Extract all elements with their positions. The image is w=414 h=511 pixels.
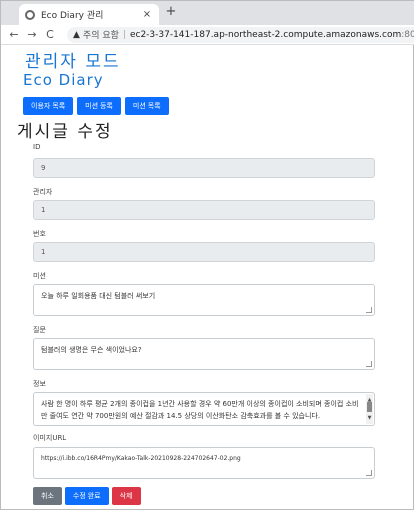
question-textarea[interactable]: 텀블러의 생명은 무슨 색이었나요? <box>33 338 375 370</box>
admin-mode-title: 관리자 모드 <box>25 52 121 72</box>
url-host: ec2-3-37-141-187.ap-northeast-2.compute.… <box>129 29 402 40</box>
delete-button[interactable]: 삭제 <box>111 487 141 505</box>
id-field: 9 <box>33 158 375 178</box>
mission-textarea[interactable]: 오늘 하루 일회용품 대신 텀블러 써보기 <box>33 284 375 316</box>
globe-icon <box>25 9 35 20</box>
image-url-text: https://i.ibb.co/16R4Pmy/Kakao-Talk-2021… <box>41 455 241 462</box>
resize-handle-icon[interactable] <box>366 470 372 476</box>
browser-toolbar: ← → C ▲ 주의 요함 | ec2-3-37-141-187.ap-nort… <box>1 25 414 45</box>
tab-title: Eco Diary 관리 <box>41 11 104 21</box>
number-label: 번호 <box>33 230 46 238</box>
cancel-button[interactable]: 취소 <box>33 487 62 505</box>
info-text: 사람 한 명이 하루 평균 2개의 종이컵을 1년간 사용할 경우 약 60만개… <box>41 400 359 420</box>
author-field: 1 <box>33 200 375 220</box>
resize-handle-icon[interactable] <box>366 307 372 313</box>
address-bar[interactable]: ▲ 주의 요함 | ec2-3-37-141-187.ap-northeast-… <box>67 26 414 43</box>
tab-strip: Eco Diary 관리 × + <box>1 1 414 25</box>
brand-title: Eco Diary <box>23 71 104 89</box>
author-label: 관리자 <box>33 188 53 196</box>
reload-icon[interactable]: C <box>41 28 59 41</box>
save-button[interactable]: 수정 완료 <box>64 487 109 505</box>
page-content: 관리자 모드 Eco Diary 이용자 목록 미션 등록 미션 목록 게시글 … <box>1 45 414 511</box>
form-actions: 취소 수정 완료 삭제 <box>33 487 141 505</box>
question-label: 질문 <box>33 326 46 334</box>
back-icon[interactable]: ← <box>5 28 23 41</box>
image-url-label: 이미지URL <box>33 434 67 442</box>
info-textarea[interactable]: 사람 한 명이 하루 평균 2개의 종이컵을 1년간 사용할 경우 약 60만개… <box>33 392 375 426</box>
page-title: 게시글 수정 <box>17 122 113 142</box>
mission-register-button[interactable]: 미션 등록 <box>77 97 121 115</box>
security-status[interactable]: 주의 요함 <box>83 28 119 41</box>
close-tab-icon[interactable]: × <box>141 9 153 20</box>
scrollbar-thumb[interactable] <box>367 402 372 412</box>
browser-window: Eco Diary 관리 × + ← → C ▲ 주의 요함 | ec2-3-3… <box>0 0 414 510</box>
admin-nav: 이용자 목록 미션 등록 미션 목록 <box>23 97 169 115</box>
mission-label: 미션 <box>33 272 46 280</box>
address-separator: | <box>122 29 126 40</box>
scrollbar[interactable]: ▲ ▼ <box>366 394 373 424</box>
warning-icon[interactable]: ▲ <box>73 30 80 40</box>
info-label: 정보 <box>33 380 46 388</box>
mission-text: 오늘 하루 일회용품 대신 텀블러 써보기 <box>41 292 156 300</box>
id-label: ID <box>33 143 41 151</box>
number-field: 1 <box>33 242 375 262</box>
new-tab-button[interactable]: + <box>163 4 179 19</box>
image-url-textarea[interactable]: https://i.ibb.co/16R4Pmy/Kakao-Talk-2021… <box>33 447 375 479</box>
forward-icon[interactable]: → <box>23 28 41 41</box>
resize-handle-icon[interactable] <box>366 361 372 367</box>
question-text: 텀블러의 생명은 무슨 색이었나요? <box>41 346 142 354</box>
url-path: :8080/admin/1/p <box>401 29 414 40</box>
browser-tab[interactable]: Eco Diary 관리 × <box>19 4 159 25</box>
user-list-button[interactable]: 이용자 목록 <box>23 97 74 115</box>
scroll-down-icon[interactable]: ▼ <box>366 412 373 424</box>
mission-list-button[interactable]: 미션 목록 <box>124 97 169 115</box>
